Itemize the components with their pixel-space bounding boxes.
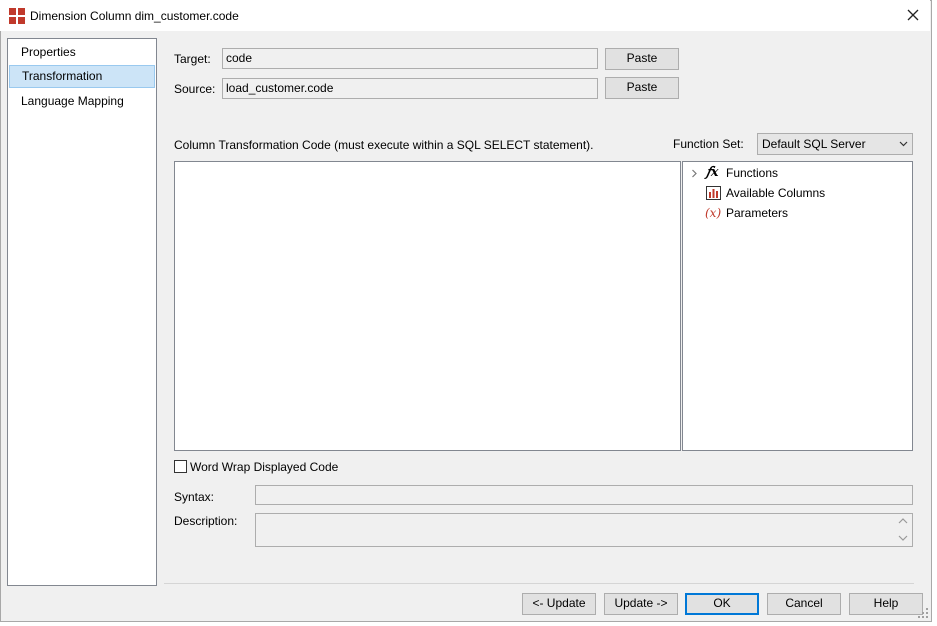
source-label: Source: [174,82,216,96]
description-label: Description: [174,514,238,528]
target-paste-button[interactable]: Paste [605,48,679,70]
close-button[interactable] [896,0,930,30]
tree-item-parameters[interactable]: (x) Parameters [683,204,912,222]
function-tree[interactable]: 𝑓x Functions Available Columns (x) Param… [682,161,913,451]
function-fx-icon: 𝑓x [706,165,719,180]
word-wrap-checkbox[interactable] [174,460,187,473]
tree-item-label: Available Columns [726,186,826,200]
syntax-field [255,485,913,505]
scroll-down-icon[interactable] [898,534,908,542]
target-label: Target: [174,52,211,66]
footer-separator [164,583,914,584]
code-caption: Column Transformation Code (must execute… [174,138,594,152]
syntax-label: Syntax: [174,490,215,504]
source-field[interactable]: load_customer.code [222,78,598,99]
chevron-down-icon [899,141,908,147]
word-wrap-label: Word Wrap Displayed Code [190,460,339,474]
ok-button[interactable]: OK [685,593,759,615]
columns-chart-icon [706,186,721,200]
app-grid-icon [9,8,25,24]
function-set-value: Default SQL Server [762,137,866,151]
nav-item-language-mapping[interactable]: Language Mapping [9,90,155,113]
tree-item-label: Parameters [726,206,789,220]
function-set-label: Function Set: [673,137,744,151]
resize-grip-icon[interactable] [917,607,929,619]
help-button[interactable]: Help [849,593,923,615]
nav-item-label: Properties [21,45,76,59]
update-next-button[interactable]: Update -> [604,593,678,615]
chevron-right-icon[interactable] [691,169,698,178]
cancel-button[interactable]: Cancel [767,593,841,615]
code-editor[interactable] [174,161,681,451]
nav-list: Properties Transformation Language Mappi… [7,38,157,586]
tree-item-functions[interactable]: 𝑓x Functions [683,164,912,182]
update-prev-button[interactable]: <- Update [522,593,596,615]
nav-item-properties[interactable]: Properties [9,41,155,64]
source-paste-button[interactable]: Paste [605,77,679,99]
target-field[interactable]: code [222,48,598,69]
nav-item-label: Language Mapping [21,94,124,108]
description-field [255,513,913,547]
nav-item-transformation[interactable]: Transformation [9,65,155,88]
window-title: Dimension Column dim_customer.code [30,9,239,23]
tree-item-available-columns[interactable]: Available Columns [683,184,912,202]
parameter-x-icon: (x) [705,206,722,220]
function-set-select[interactable]: Default SQL Server [757,133,913,155]
close-icon [907,9,919,21]
nav-item-label: Transformation [22,69,103,83]
tree-item-label: Functions [726,166,779,180]
scroll-up-icon[interactable] [898,517,908,525]
title-bar[interactable]: Dimension Column dim_customer.code [0,0,930,31]
